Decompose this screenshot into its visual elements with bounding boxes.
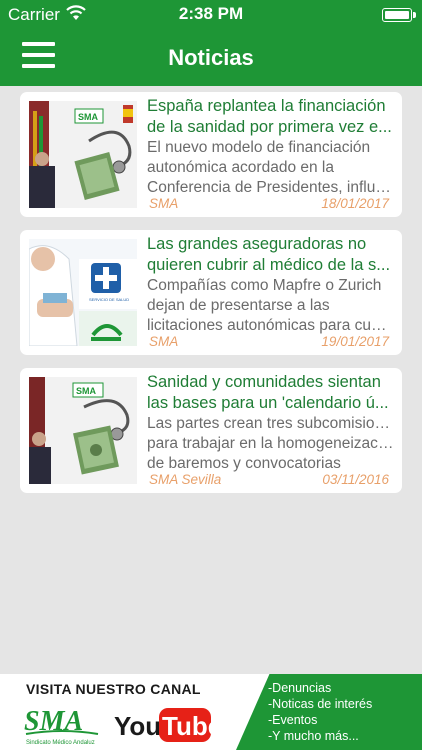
news-date: 19/01/2017	[321, 334, 389, 349]
news-title: Sanidad y comunidades sientan las bases …	[147, 373, 389, 412]
sma-logo-subtext: Sindicato Médico Andaluz	[26, 740, 95, 746]
youtube-logo[interactable]: You Tube	[112, 704, 212, 746]
sma-logo: SMA Sindicato Médico Andaluz	[24, 706, 99, 746]
news-title: Las grandes aseguradoras no quieren cubr…	[147, 235, 391, 274]
news-summary: El nuevo modelo de financiación autonómi…	[147, 139, 394, 196]
news-summary: Compañías como Mapfre o Zurich dejan de …	[147, 277, 394, 334]
banner-feature-item: -Noticas de interés	[268, 697, 373, 711]
banner-left-panel: VISITA NUESTRO CANAL SMA Sindicato Médic…	[0, 674, 240, 750]
news-thumbnail: SMA	[29, 101, 137, 208]
banner-heading: VISITA NUESTRO CANAL	[26, 681, 201, 697]
news-title: España replantea la financiación de la s…	[147, 97, 392, 136]
news-source: SMA	[149, 196, 179, 211]
youtube-channel-banner[interactable]: VISITA NUESTRO CANAL SMA Sindicato Médic…	[0, 674, 422, 750]
svg-text:SMA: SMA	[76, 386, 97, 396]
news-card[interactable]: SMA España replantea la financiación de …	[20, 92, 402, 217]
youtube-tube-text: Tube	[162, 711, 212, 741]
svg-text:SMA: SMA	[78, 112, 99, 122]
banner-feature-list: -Denuncias -Noticas de interés -Eventos …	[268, 680, 372, 744]
banner-feature-item: -Denuncias	[268, 681, 332, 695]
clock: 2:38 PM	[178, 4, 244, 23]
banner-feature-item: -Y mucho más...	[268, 729, 359, 743]
news-thumbnail: SERVICIO DE SALUD	[29, 239, 137, 346]
news-source: SMA	[149, 334, 179, 349]
youtube-you-text: You	[114, 711, 161, 741]
battery-icon	[382, 8, 416, 22]
news-summary: Las partes crean tres subcomisiones para…	[147, 415, 394, 472]
news-card[interactable]: SERVICIO DE SALUD Las grandes asegurador…	[20, 230, 402, 355]
news-thumbnail: SMA	[29, 377, 137, 484]
nav-bar: Noticias	[0, 30, 422, 86]
news-date: 18/01/2017	[321, 196, 389, 211]
status-bar: Carrier 2:38 PM	[0, 0, 422, 30]
page-title: Noticias	[168, 45, 254, 70]
banner-feature-item: -Eventos	[268, 713, 318, 727]
news-source: SMA Sevilla	[149, 472, 222, 487]
svg-text:SERVICIO DE SALUD: SERVICIO DE SALUD	[89, 297, 129, 302]
news-date: 03/11/2016	[322, 472, 389, 487]
news-card[interactable]: SMA Sanidad y comunidades sientan las ba…	[20, 368, 402, 493]
